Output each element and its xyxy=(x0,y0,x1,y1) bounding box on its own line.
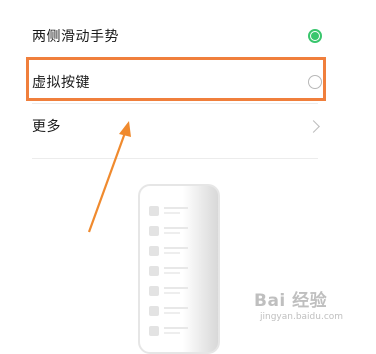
more-option-label: 更多 xyxy=(32,119,61,135)
watermark: Bai 经验 jingyan.baidu.com xyxy=(254,286,372,334)
gesture-option-label: 两侧滑动手势 xyxy=(32,29,119,45)
divider xyxy=(32,158,318,159)
preview-row xyxy=(149,246,209,256)
watermark-main: Bai 经验 xyxy=(254,291,328,311)
preview-row xyxy=(149,226,209,236)
preview-row xyxy=(149,286,209,296)
radio-selected-icon[interactable] xyxy=(308,29,322,43)
more-option-row[interactable]: 更多 xyxy=(32,106,326,146)
preview-row xyxy=(149,326,209,336)
divider xyxy=(32,103,318,104)
preview-row xyxy=(149,206,209,216)
chevron-right-icon xyxy=(307,119,320,133)
phone-preview-illustration xyxy=(138,184,220,354)
highlight-box xyxy=(26,57,326,101)
preview-row xyxy=(149,266,209,276)
preview-row xyxy=(149,306,209,316)
watermark-sub: jingyan.baidu.com xyxy=(260,312,344,322)
gesture-option-row[interactable]: 两侧滑动手势 xyxy=(32,16,326,56)
